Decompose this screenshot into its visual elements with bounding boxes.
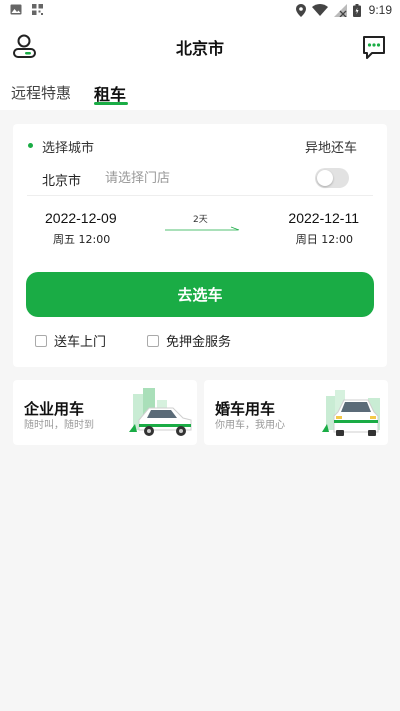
arrow-right-icon	[165, 226, 240, 231]
wifi-icon	[311, 4, 328, 16]
different-return-toggle[interactable]	[315, 168, 349, 188]
gallery-icon	[10, 4, 22, 15]
divider	[27, 195, 373, 196]
page-title[interactable]: 北京市	[0, 35, 400, 59]
delivery-label: 送车上门	[54, 335, 107, 350]
qr-code-icon	[32, 4, 43, 15]
car-illustration-icon	[129, 388, 192, 436]
store-input[interactable]	[105, 168, 265, 188]
promo-subtitle: 你用车，我用心	[215, 420, 285, 431]
delivery-checkbox[interactable]	[35, 334, 47, 347]
pickup-day-time[interactable]: 周五 12:00	[53, 231, 110, 247]
promo-subtitle: 随时叫，随时到	[24, 420, 94, 431]
promo-card-wedding[interactable]: 婚车用车 你用车，我用心	[204, 380, 388, 445]
promo-card-enterprise[interactable]: 企业用车 随时叫，随时到	[13, 380, 197, 445]
return-date[interactable]: 2022-12-11	[288, 210, 359, 226]
city-selector[interactable]: 北京市	[42, 170, 81, 189]
rental-form-card: 选择城市 异地还车 北京市 2022-12-09 周五 12:00 2天 202…	[13, 124, 387, 367]
message-icon[interactable]	[361, 34, 387, 60]
location-icon	[295, 3, 306, 17]
bullet-dot	[28, 143, 33, 148]
option-no-deposit[interactable]: 免押金服务	[147, 331, 231, 350]
no-deposit-checkbox[interactable]	[147, 334, 159, 347]
return-day-time[interactable]: 周日 12:00	[296, 231, 353, 247]
no-deposit-label: 免押金服务	[166, 335, 232, 350]
different-return-label: 异地还车	[304, 141, 357, 156]
choose-car-button[interactable]: 去选车	[26, 272, 374, 317]
status-time: 9:19	[368, 3, 392, 17]
battery-icon	[352, 3, 361, 17]
select-city-label: 选择城市	[42, 141, 95, 156]
pickup-date[interactable]: 2022-12-09	[45, 210, 117, 226]
top-header: 北京市	[0, 24, 400, 70]
signal-icon	[333, 3, 347, 17]
tab-bar: 远程特惠 租车	[0, 70, 400, 110]
status-bar: 9:19	[0, 0, 400, 24]
option-delivery[interactable]: 送车上门	[35, 331, 106, 350]
toggle-knob	[317, 170, 333, 186]
tab-remote-discount[interactable]: 远程特惠	[11, 82, 71, 103]
active-tab-indicator	[94, 102, 128, 105]
car-illustration-icon	[322, 390, 380, 436]
